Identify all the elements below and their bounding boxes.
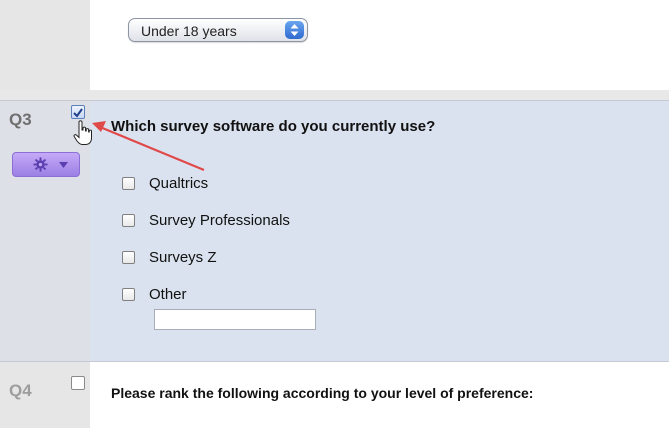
- q3-gutter: [0, 100, 90, 362]
- top-row: [90, 0, 669, 90]
- question-settings-button[interactable]: [12, 152, 80, 177]
- gear-icon: [33, 157, 48, 172]
- stepper-icon: [285, 21, 304, 39]
- row-divider: [0, 361, 669, 362]
- choice-label: Other: [149, 286, 187, 303]
- question-select-checkbox[interactable]: [71, 105, 85, 119]
- choice-checkbox[interactable]: [122, 288, 135, 301]
- other-text-field[interactable]: [154, 309, 316, 330]
- question-number: Q4: [9, 381, 32, 400]
- choice-label: Surveys Z: [149, 249, 217, 266]
- chevron-down-icon: [59, 162, 68, 168]
- row-divider: [0, 100, 669, 101]
- age-select-value: Under 18 years: [141, 23, 237, 39]
- choice-checkbox[interactable]: [122, 177, 135, 190]
- choice-checkbox[interactable]: [122, 214, 135, 227]
- top-row-gutter: [0, 0, 90, 90]
- check-icon: [73, 108, 83, 118]
- age-select[interactable]: Under 18 years: [128, 18, 308, 42]
- choice-checkbox[interactable]: [122, 251, 135, 264]
- question-text: Please rank the following according to y…: [111, 385, 534, 401]
- question-text: Which survey software do you currently u…: [111, 118, 436, 135]
- question-number: Q3: [9, 110, 32, 129]
- question-select-checkbox[interactable]: [71, 376, 85, 390]
- choice-label: Survey Professionals: [149, 212, 290, 229]
- choice-label: Qualtrics: [149, 175, 209, 192]
- row-divider: [0, 90, 669, 100]
